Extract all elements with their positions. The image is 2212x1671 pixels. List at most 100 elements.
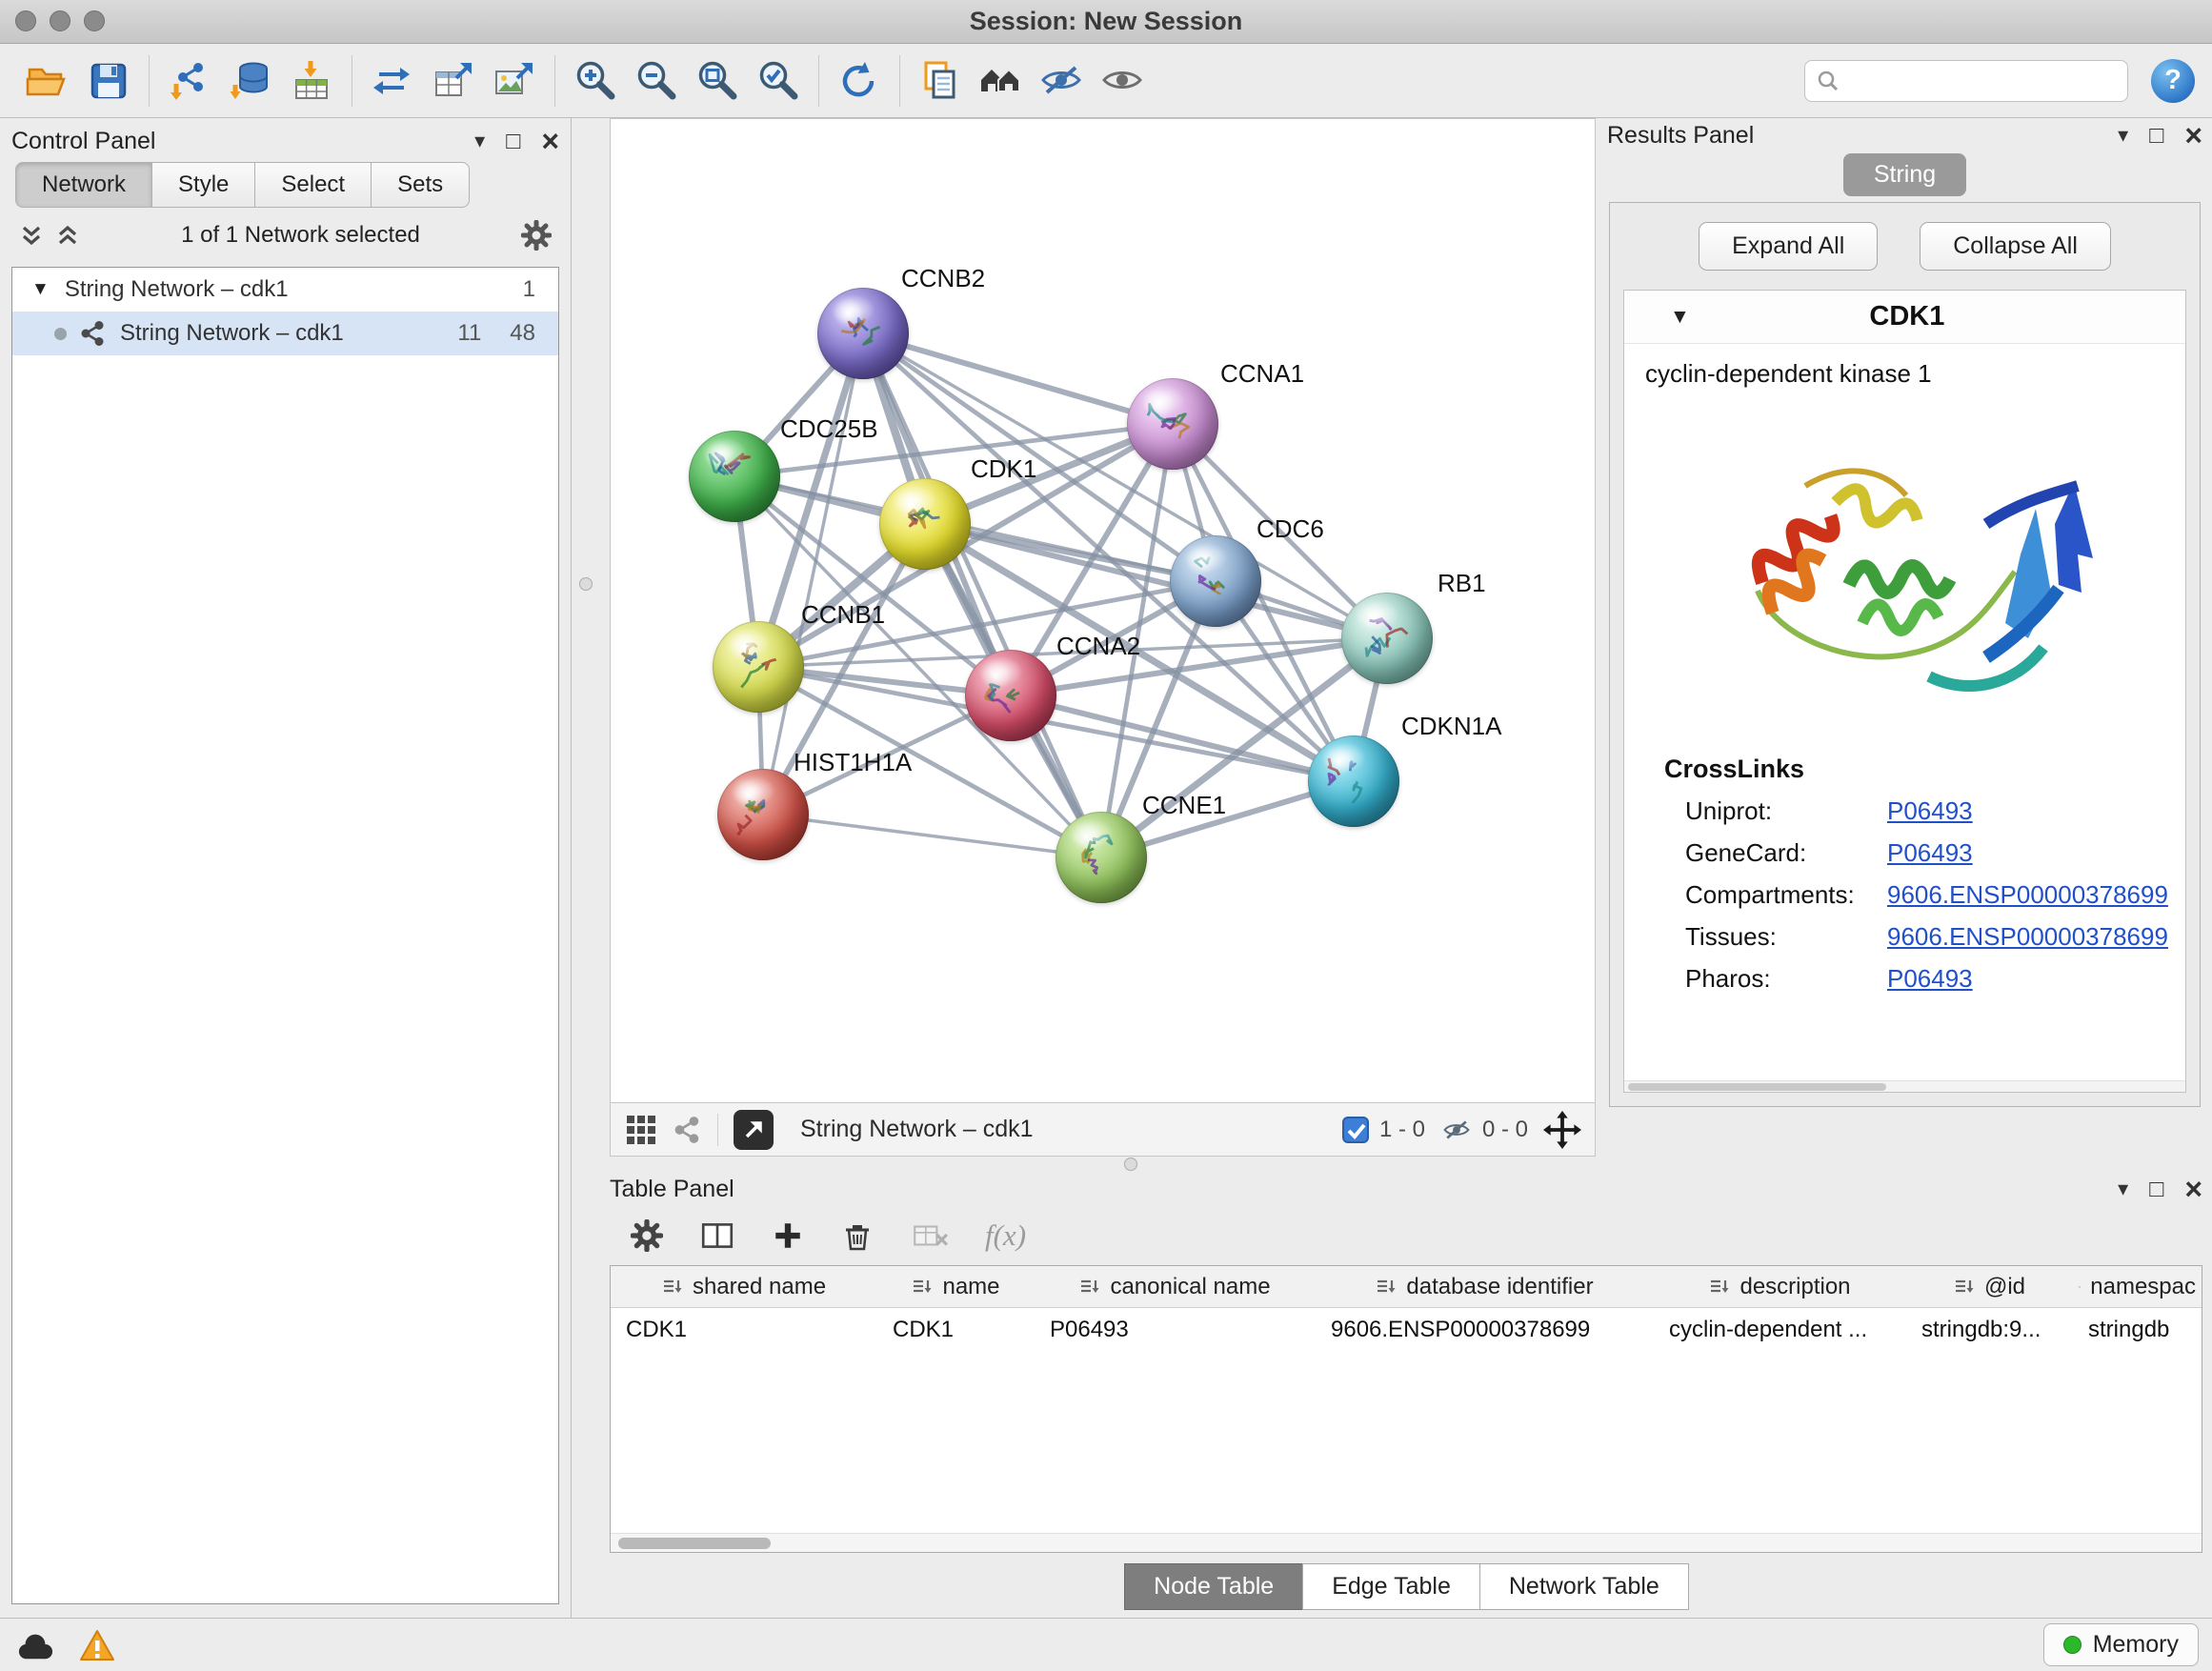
- tree-expander-icon[interactable]: ▼: [31, 279, 50, 300]
- results-scrollbar[interactable]: [1624, 1080, 2185, 1092]
- refresh-layout-button[interactable]: [829, 50, 890, 111]
- column-header-canonical-name[interactable]: canonical name: [1035, 1266, 1316, 1307]
- tab-style[interactable]: Style: [151, 162, 255, 208]
- tab-string[interactable]: String: [1843, 153, 1966, 196]
- tab-sets[interactable]: Sets: [371, 162, 470, 208]
- gene-header-row[interactable]: ▼ CDK1: [1624, 291, 2185, 344]
- help-button[interactable]: ?: [2151, 59, 2195, 103]
- collapse-all-networks-button[interactable]: [55, 223, 80, 248]
- function-builder-button[interactable]: f(x): [985, 1218, 1026, 1253]
- network-collection-row[interactable]: ▼ String Network – cdk1 1: [12, 268, 558, 312]
- panel-float-icon[interactable]: □: [506, 128, 520, 155]
- import-network-file-button[interactable]: [159, 50, 220, 111]
- panel-collapse-icon[interactable]: ▾: [2118, 123, 2128, 148]
- minimize-window-button[interactable]: [50, 10, 70, 31]
- birdseye-view-button[interactable]: [734, 1110, 774, 1150]
- table-row[interactable]: CDK1 CDK1 P06493 9606.ENSP00000378699 cy…: [611, 1308, 2202, 1352]
- panel-close-icon[interactable]: ×: [2184, 1174, 2202, 1204]
- collapse-all-button[interactable]: Collapse All: [1920, 222, 2111, 271]
- network-options-button[interactable]: [521, 220, 552, 251]
- grid-view-button[interactable]: [624, 1113, 658, 1147]
- left-splitter-handle[interactable]: [579, 577, 593, 591]
- checkbox-icon[interactable]: [1341, 1116, 1370, 1144]
- import-table-button[interactable]: [281, 50, 342, 111]
- tab-network[interactable]: Network: [15, 162, 152, 208]
- export-image-button[interactable]: [484, 50, 545, 111]
- network-node-cdk1[interactable]: [879, 478, 971, 570]
- splitter-handle[interactable]: [1124, 1158, 1137, 1171]
- network-canvas[interactable]: CCNB2CCNA1CDC25BCDK1CDC6RB1CCNB1CCNA2CDK…: [610, 118, 1596, 1103]
- network-view-share-button[interactable]: [674, 1116, 702, 1144]
- column-header-name[interactable]: name: [877, 1266, 1035, 1307]
- close-window-button[interactable]: [15, 10, 36, 31]
- zoom-selected-button[interactable]: [748, 50, 809, 111]
- maximize-window-button[interactable]: [84, 10, 105, 31]
- hide-items-button[interactable]: [1032, 50, 1093, 111]
- panel-collapse-icon[interactable]: ▾: [474, 129, 485, 153]
- eye-slash-icon[interactable]: [1440, 1116, 1473, 1144]
- column-header-description[interactable]: description: [1654, 1266, 1906, 1307]
- table-options-button[interactable]: [631, 1219, 663, 1252]
- expand-all-networks-button[interactable]: [19, 223, 44, 248]
- network-node-ccne1[interactable]: [1056, 812, 1147, 903]
- cloud-status-button[interactable]: [13, 1627, 57, 1663]
- network-node-cdc6[interactable]: [1170, 535, 1261, 627]
- network-node-ccna1[interactable]: [1127, 378, 1218, 470]
- grid-icon: [624, 1113, 658, 1147]
- network-node-cdc25b[interactable]: [689, 431, 780, 522]
- crosslink-link-pharos[interactable]: P06493: [1887, 964, 1973, 994]
- new-network-from-selection-button[interactable]: [362, 50, 423, 111]
- panel-close-icon[interactable]: ×: [2184, 120, 2202, 151]
- import-network-database-button[interactable]: [220, 50, 281, 111]
- crosslink-link-uniprot[interactable]: P06493: [1887, 796, 1973, 826]
- tab-network-table[interactable]: Network Table: [1479, 1563, 1689, 1610]
- network-node-ccnb2[interactable]: [817, 288, 909, 379]
- column-header-id[interactable]: @id: [1906, 1266, 2073, 1307]
- scrollbar-thumb[interactable]: [618, 1538, 771, 1549]
- show-items-button[interactable]: [1093, 50, 1154, 111]
- expand-all-button[interactable]: Expand All: [1699, 222, 1878, 271]
- network-node-ccna2[interactable]: [965, 650, 1056, 741]
- add-column-button[interactable]: [772, 1219, 804, 1252]
- open-session-button[interactable]: [17, 50, 78, 111]
- pan-tool-button[interactable]: [1543, 1111, 1581, 1149]
- network-node-rb1[interactable]: [1341, 593, 1433, 684]
- panel-float-icon[interactable]: □: [2149, 1176, 2163, 1203]
- zoom-in-button[interactable]: [565, 50, 626, 111]
- panel-collapse-icon[interactable]: ▾: [2118, 1177, 2128, 1201]
- network-node-cdkn1a[interactable]: [1308, 735, 1399, 827]
- search-input[interactable]: [1847, 67, 2116, 95]
- save-session-button[interactable]: [78, 50, 139, 111]
- column-header-shared-name[interactable]: shared name: [611, 1266, 877, 1307]
- crosslink-link-compartments[interactable]: 9606.ENSP00000378699: [1887, 880, 2168, 910]
- select-columns-button[interactable]: [699, 1218, 735, 1253]
- document-copy-button[interactable]: [910, 50, 971, 111]
- selected-counter: 1 - 0: [1379, 1117, 1425, 1143]
- horizontal-splitter[interactable]: [610, 1157, 2202, 1172]
- column-header-namespace[interactable]: namespac: [2073, 1266, 2202, 1307]
- gene-expander-icon[interactable]: ▼: [1670, 306, 1690, 329]
- panel-float-icon[interactable]: □: [2149, 122, 2163, 150]
- tab-edge-table[interactable]: Edge Table: [1302, 1563, 1480, 1610]
- zoom-fit-button[interactable]: [687, 50, 748, 111]
- tab-select[interactable]: Select: [254, 162, 372, 208]
- delete-column-button[interactable]: [840, 1218, 875, 1253]
- export-table-button[interactable]: [423, 50, 484, 111]
- results-scrollbar-thumb[interactable]: [1628, 1083, 1886, 1091]
- warnings-button[interactable]: [78, 1627, 116, 1663]
- zoom-out-button[interactable]: [626, 50, 687, 111]
- delete-table-button-disabled[interactable]: [911, 1219, 949, 1252]
- network-node-hist1h1a[interactable]: [717, 769, 809, 860]
- network-row-selected[interactable]: String Network – cdk1 11 48: [12, 312, 558, 355]
- network-node-ccnb1[interactable]: [713, 621, 804, 713]
- table-horizontal-scrollbar[interactable]: [611, 1533, 2202, 1552]
- column-label: database identifier: [1406, 1274, 1593, 1300]
- tab-node-table[interactable]: Node Table: [1124, 1563, 1303, 1610]
- crosslink-link-genecard[interactable]: P06493: [1887, 838, 1973, 868]
- houses-button[interactable]: [971, 50, 1032, 111]
- panel-close-icon[interactable]: ×: [541, 126, 559, 156]
- crosslink-link-tissues[interactable]: 9606.ENSP00000378699: [1887, 922, 2168, 952]
- column-label: canonical name: [1110, 1274, 1270, 1300]
- memory-button[interactable]: Memory: [2043, 1623, 2199, 1666]
- column-header-database-identifier[interactable]: database identifier: [1316, 1266, 1654, 1307]
